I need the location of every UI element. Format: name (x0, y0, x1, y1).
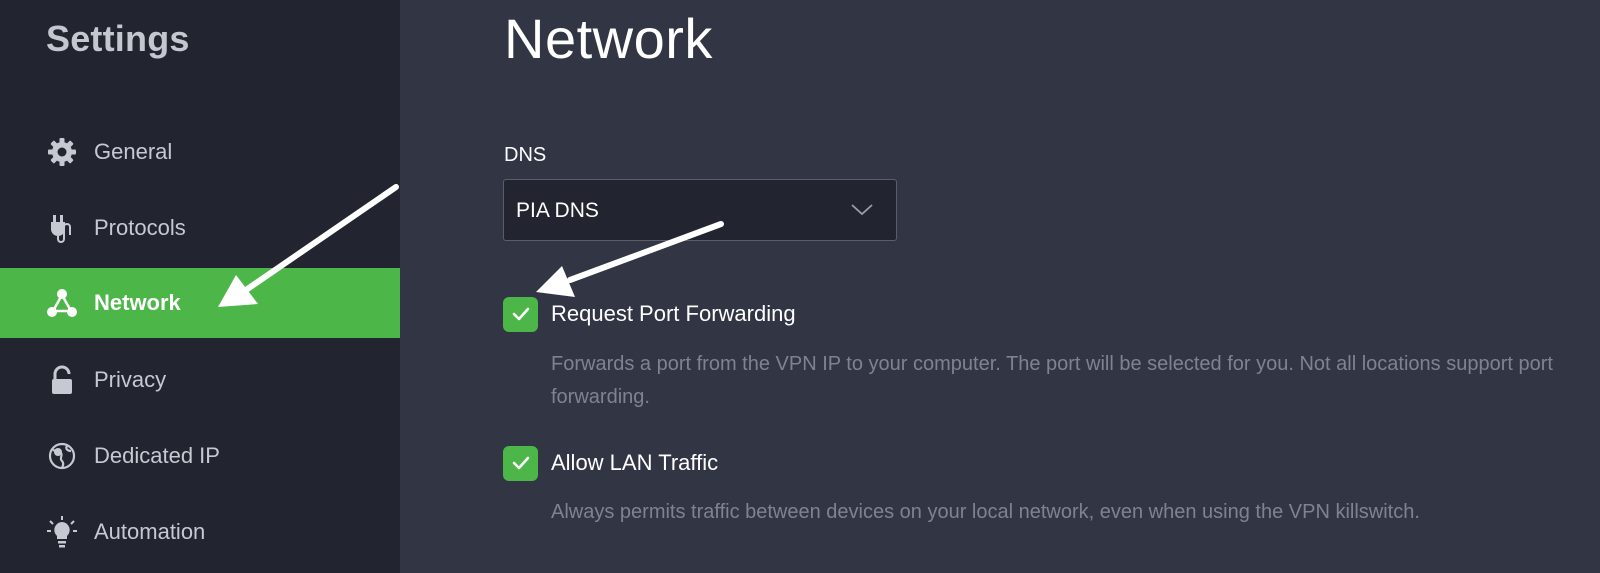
allow-lan-description: Always permits traffic between devices o… (551, 501, 1420, 523)
page-title: Network (504, 7, 713, 70)
sidebar-item-label: Privacy (94, 367, 167, 392)
sidebar-item-label: Dedicated IP (94, 443, 220, 468)
port-forwarding-label: Request Port Forwarding (551, 301, 796, 326)
allow-lan-label: Allow LAN Traffic (551, 450, 719, 475)
plug-icon (46, 212, 78, 244)
port-forwarding-checkbox[interactable] (503, 296, 538, 332)
chevron-down-icon (850, 202, 874, 218)
allow-lan-checkbox[interactable] (503, 445, 538, 481)
main-panel: Network DNS PIA DNS Request Port Forward… (400, 0, 1600, 573)
check-icon (512, 307, 529, 321)
sidebar-item-automation[interactable]: Automation (0, 497, 400, 567)
port-forwarding-option[interactable]: Request Port Forwarding (503, 296, 796, 332)
dns-label: DNS (504, 144, 547, 166)
dns-selected-value: PIA DNS (516, 199, 599, 222)
sidebar-item-protocols[interactable]: Protocols (0, 193, 400, 263)
gear-icon (46, 136, 78, 168)
check-icon (512, 456, 529, 470)
sidebar-item-label: Automation (94, 519, 206, 544)
lock-icon (46, 364, 78, 396)
globe-icon (46, 440, 78, 472)
sidebar-item-label: Network (94, 290, 181, 315)
sidebar-item-privacy[interactable]: Privacy (0, 345, 400, 415)
port-forwarding-description: Forwards a port from the VPN IP to your … (551, 353, 1553, 408)
sidebar-item-label: General (94, 139, 173, 164)
network-icon (46, 287, 78, 319)
dns-select[interactable]: PIA DNS (503, 179, 897, 241)
sidebar-item-dedicated-ip[interactable]: Dedicated IP (0, 421, 400, 491)
sidebar-title: Settings (46, 18, 190, 59)
lightbulb-icon (46, 516, 78, 548)
sidebar-item-network[interactable]: Network (0, 268, 400, 338)
allow-lan-option[interactable]: Allow LAN Traffic (503, 445, 718, 481)
sidebar-item-general[interactable]: General (0, 117, 400, 187)
sidebar-item-label: Protocols (94, 215, 186, 240)
sidebar: Settings General Protocols Network Priva… (0, 0, 400, 573)
